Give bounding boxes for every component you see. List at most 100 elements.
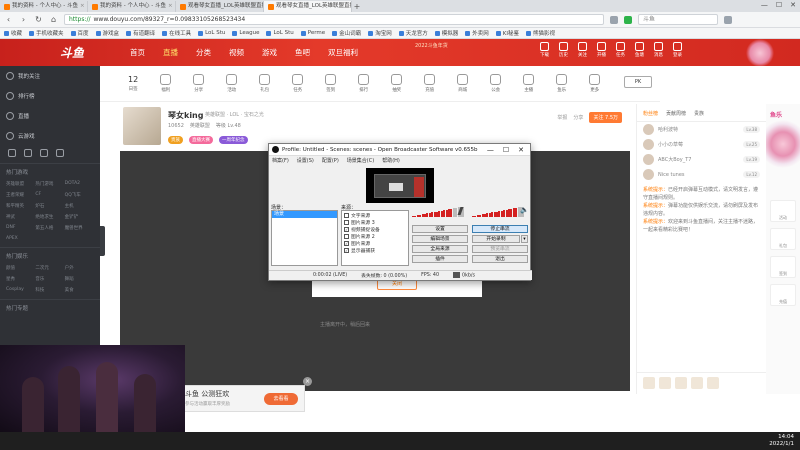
category-item[interactable]: 签到 — [325, 74, 337, 93]
sidebar-grid-item[interactable]: 魔兽世界 — [65, 225, 94, 231]
close-window-button[interactable]: ✕ — [790, 1, 796, 9]
follow-button[interactable]: 关注 7.5万 — [589, 112, 622, 123]
nav-item[interactable]: 鱼吧 — [295, 47, 310, 58]
bookmark-item[interactable]: 金山词霸 — [332, 29, 361, 37]
gift-icon[interactable] — [691, 377, 703, 389]
sidebar-grid-item[interactable]: 神武 — [6, 214, 35, 220]
header-icon-button[interactable]: 任务 — [616, 42, 625, 58]
sidebar-item-cloud[interactable]: 云游戏 — [0, 126, 100, 146]
browser-tab-active[interactable]: 观看琴女直播_LOL英雄联盟直播_斗鱼× — [264, 1, 352, 12]
global-sources-button[interactable]: 全局来源 — [412, 245, 468, 253]
checkbox[interactable] — [344, 213, 349, 218]
fish-icon[interactable] — [8, 149, 16, 157]
share-link[interactable]: 分享 — [573, 114, 583, 121]
category-item[interactable]: 鱼乐 — [556, 74, 568, 93]
header-icon-button[interactable]: 开播 — [597, 42, 606, 58]
minimize-button[interactable]: — — [487, 146, 494, 154]
bookmark-item[interactable]: 外卖网 — [465, 29, 489, 37]
exit-button[interactable]: 退出 — [472, 255, 528, 263]
category-item[interactable]: 礼包 — [259, 74, 271, 93]
scene-item[interactable]: 场景 — [272, 211, 337, 218]
bookmark-item[interactable]: 淘宝网 — [368, 29, 392, 37]
browser-tab[interactable]: 我的资料 - 个人中心 - 斗鱼 × — [88, 1, 176, 12]
nav-item[interactable]: 首页 — [130, 47, 145, 58]
gift-icon[interactable] — [707, 377, 719, 389]
sidebar-grid-item[interactable]: APEX — [6, 236, 35, 241]
sidebar-grid-item[interactable]: 舞蹈 — [65, 276, 94, 282]
gift-icon[interactable] — [675, 377, 687, 389]
sidebar-item-rank[interactable]: 排行榜 — [0, 86, 100, 106]
promo-go-button[interactable]: 去看看 — [264, 393, 298, 405]
sidebar-grid-item[interactable]: Cosplay — [6, 287, 35, 293]
bookmark-item[interactable]: 有道翻译 — [126, 29, 155, 37]
nav-item[interactable]: 分类 — [196, 47, 211, 58]
badge[interactable]: 一周年纪念 — [219, 136, 248, 144]
promo-item[interactable]: 礼包 — [770, 228, 796, 250]
forward-button[interactable]: › — [19, 15, 28, 24]
close-window-button[interactable]: ✕ — [518, 146, 524, 154]
nav-item[interactable]: 视频 — [229, 47, 244, 58]
sidebar-grid-item[interactable]: 金铲铲 — [65, 214, 94, 220]
category-link[interactable]: 英雄联盟 — [190, 122, 210, 129]
tab-noble[interactable]: 贵族 — [694, 110, 704, 117]
sidebar-grid-item[interactable]: 英雄联盟 — [6, 181, 35, 187]
maximize-button[interactable]: ☐ — [776, 1, 782, 9]
sidebar-collapse-handle[interactable] — [100, 226, 105, 256]
header-icon-button[interactable]: 关注 — [578, 42, 587, 58]
sidebar-item-live[interactable]: 直播 — [0, 106, 100, 126]
source-item[interactable]: ✓ 视频捕捉设备 — [344, 226, 406, 233]
desktop-volume-meter[interactable] — [472, 206, 527, 217]
header-icon-button[interactable]: 消息 — [654, 42, 663, 58]
obs-menu-item[interactable]: 帮助(H) — [382, 157, 400, 164]
report-link[interactable]: 举报 — [557, 114, 567, 121]
refresh-button[interactable]: ↻ — [34, 15, 43, 24]
pk-button[interactable]: PK — [624, 76, 652, 88]
category-item[interactable]: 排行 — [358, 74, 370, 93]
sidebar-grid-item[interactable]: 音乐 — [35, 276, 64, 282]
obs-menu-item[interactable]: 场景集合(C) — [347, 157, 374, 164]
back-button[interactable]: ‹ — [4, 15, 13, 24]
obs-title-bar[interactable]: Profile: Untitled - Scenes: scenes - Ope… — [269, 144, 530, 156]
bookmark-item[interactable]: 模拟器 — [434, 29, 458, 37]
bookmark-item[interactable]: 游戏盒 — [95, 29, 119, 37]
site-logo[interactable]: 斗鱼 — [0, 44, 130, 61]
header-icon-button[interactable]: 鱼塘 — [635, 42, 644, 58]
extension-icon[interactable] — [610, 15, 618, 24]
minimize-button[interactable]: — — [761, 1, 768, 9]
category-item[interactable]: 福利 — [160, 74, 172, 93]
close-icon[interactable]: × — [168, 1, 173, 12]
source-item[interactable]: ✓ 显示器捕获 — [344, 247, 406, 254]
category-item[interactable]: 活动 — [226, 74, 238, 93]
bookmark-item[interactable]: LoL Stu — [266, 30, 294, 36]
preview-stream-button[interactable]: 预览串流 — [472, 245, 528, 253]
scenes-list[interactable]: 场景 — [271, 210, 338, 266]
checkbox[interactable] — [344, 220, 349, 225]
sidebar-grid-item[interactable]: 颜值 — [6, 265, 35, 271]
gift-icon[interactable] — [643, 377, 655, 389]
promo-close-icon[interactable]: × — [303, 377, 312, 386]
rank-row[interactable]: ABC大Boy_T7 Lv.19 — [637, 152, 766, 167]
category-item[interactable]: 抽奖 — [391, 74, 403, 93]
nav-item[interactable]: 双旦福利 — [328, 47, 358, 58]
sidebar-item-follow[interactable]: 我的关注 — [0, 66, 100, 86]
sidebar-grid-item[interactable]: DOTA2 — [65, 181, 94, 187]
sidebar-grid-item[interactable]: DNF — [6, 225, 35, 231]
stop-stream-button[interactable]: 停止串流 — [472, 225, 528, 233]
promo-text[interactable]: 2022斗鱼年货 — [415, 42, 448, 49]
category-item[interactable]: 任务 — [292, 74, 304, 93]
sidebar-grid-item[interactable]: QQ飞车 — [65, 192, 94, 198]
sidebar-grid-item[interactable]: 王者荣耀 — [6, 192, 35, 198]
plugins-button[interactable]: 插件 — [412, 255, 468, 263]
promo-item[interactable]: 充值 — [770, 284, 796, 306]
nav-item-active[interactable]: 直播 — [163, 47, 178, 58]
sidebar-grid-item[interactable]: 绝地求生 — [35, 214, 64, 220]
rank-row[interactable]: 哈利波特 Lv.38 — [637, 122, 766, 137]
checkbox[interactable] — [344, 234, 349, 239]
sidebar-grid-item[interactable]: CF — [35, 192, 64, 198]
edit-scene-button[interactable]: 编辑场景 — [412, 235, 468, 243]
new-tab-button[interactable]: + — [352, 1, 362, 12]
header-icon-button[interactable]: 下载 — [540, 42, 549, 58]
obs-menu-item[interactable]: 档案(F) — [272, 157, 289, 164]
home-button[interactable]: ⌂ — [49, 15, 58, 24]
pip-video[interactable] — [0, 345, 185, 432]
